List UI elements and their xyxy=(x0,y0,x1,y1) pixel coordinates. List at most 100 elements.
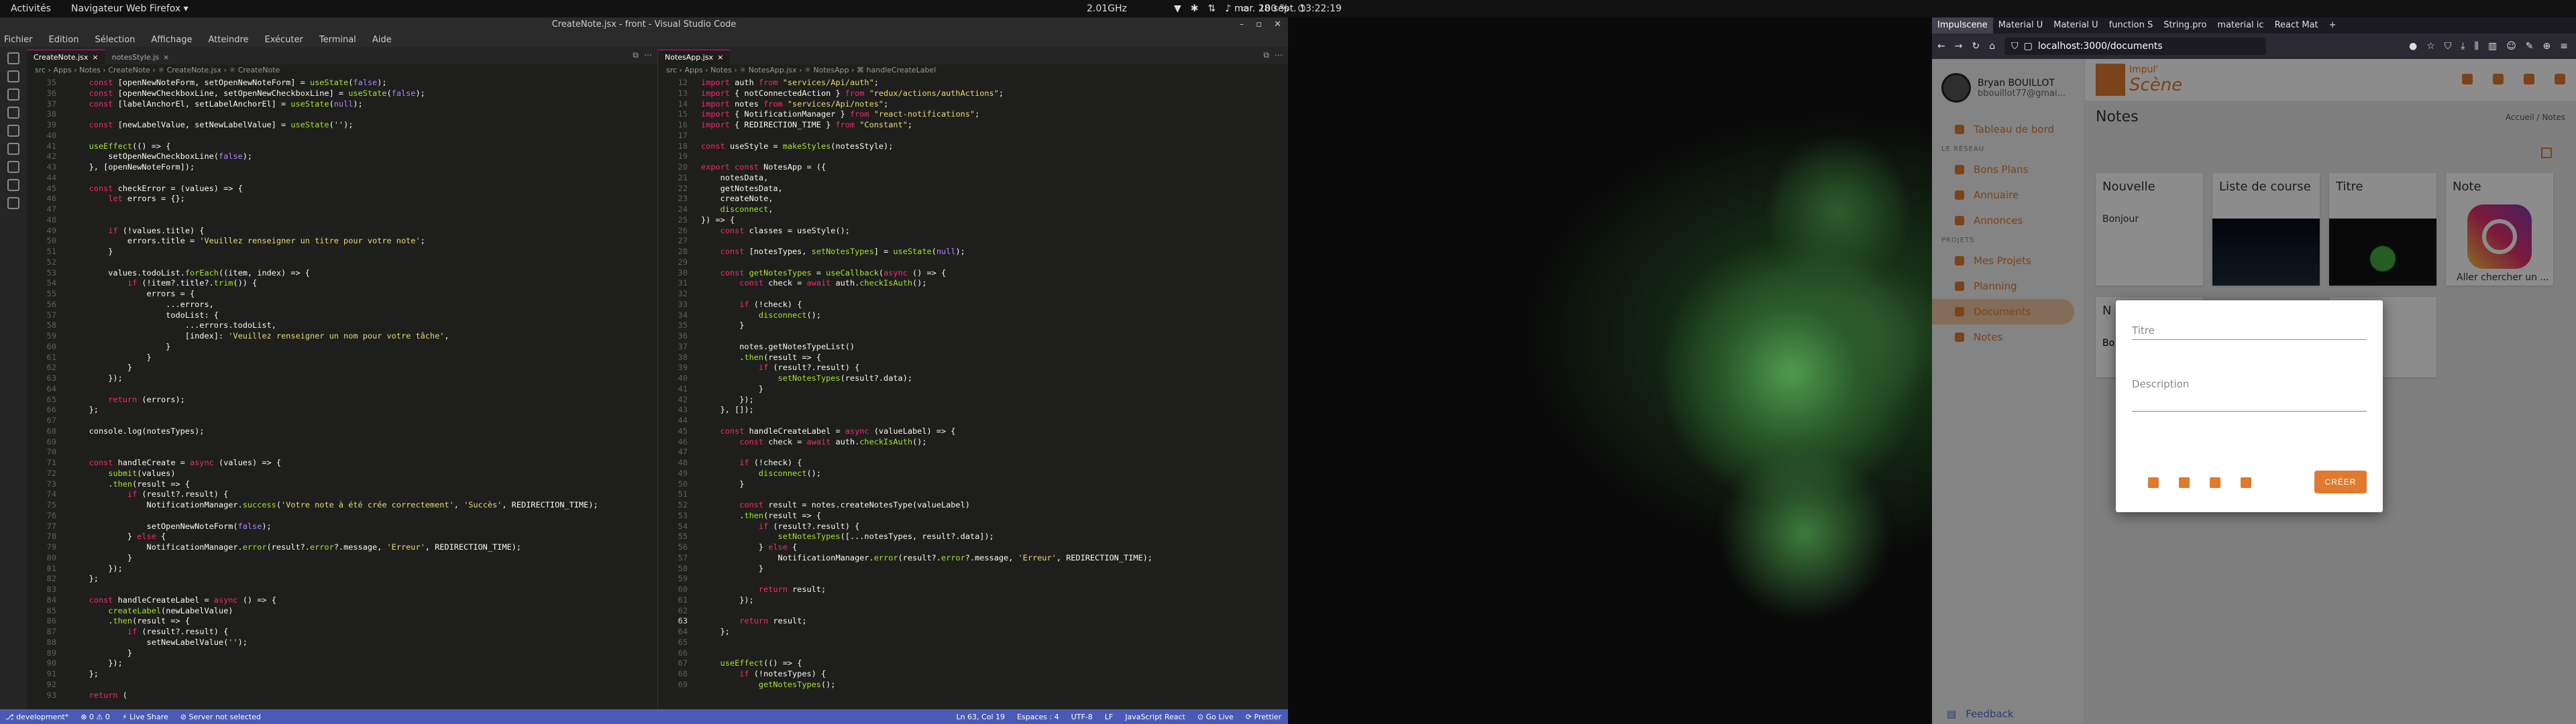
code-line[interactable]: 70 xyxy=(27,447,657,458)
code-line[interactable]: 63 }); xyxy=(27,373,657,384)
code-line[interactable]: 15 import { NotificationManager } from "r… xyxy=(658,109,1288,120)
extension-icon[interactable]: ⊕ xyxy=(2543,41,2551,52)
code-line[interactable]: 65 return (errors); xyxy=(27,395,657,406)
code-line[interactable]: 51 xyxy=(658,489,1288,500)
code-line[interactable]: 21 notesData, xyxy=(658,173,1288,184)
code-line[interactable]: 35 const [openNewNoteForm, setOpenNewNot… xyxy=(27,78,657,88)
code-line[interactable]: 34 disconnect(); xyxy=(658,310,1288,321)
code-line[interactable]: 68 if (!notesTypes) { xyxy=(658,669,1288,680)
source-control-icon[interactable] xyxy=(7,88,19,101)
code-line[interactable]: 22 getNotesData, xyxy=(658,184,1288,194)
code-line[interactable]: 23 createNote, xyxy=(658,194,1288,204)
code-line[interactable]: 28 const [notesTypes, setNotesTypes] = u… xyxy=(658,247,1288,257)
status-item[interactable]: JavaScript React xyxy=(1125,713,1185,721)
more-actions-icon[interactable]: ⋯ xyxy=(644,50,652,60)
code-line[interactable]: 46 const check = await auth.checkIsAuth(… xyxy=(658,437,1288,448)
browser-tab[interactable]: String.pro xyxy=(2158,17,2212,34)
code-line[interactable]: 91 }; xyxy=(27,669,657,680)
code-line[interactable]: 45 const handleCreateLabel = async (valu… xyxy=(658,426,1288,437)
code-line[interactable]: 64 }; xyxy=(658,627,1288,638)
code-line[interactable]: 50 errors.title = 'Veuillez renseigner u… xyxy=(27,236,657,247)
code-line[interactable]: 40 xyxy=(27,131,657,141)
status-item[interactable]: ⚡ Live Share xyxy=(122,713,168,721)
code-line[interactable]: 66 xyxy=(658,648,1288,659)
app-menu[interactable]: Navigateur Web Firefox ▾ xyxy=(71,3,189,14)
code-line[interactable]: 32 xyxy=(658,289,1288,300)
code-line[interactable]: 29 xyxy=(658,257,1288,268)
split-editor-icon[interactable]: ⧉ xyxy=(633,50,639,60)
shield-icon[interactable]: ⛉ xyxy=(2011,41,2019,52)
browser-tab[interactable]: Impulscene xyxy=(1932,17,1993,34)
menu-icon[interactable]: ≡ xyxy=(2560,41,2568,52)
split-editor-icon[interactable]: ⧉ xyxy=(1263,50,1269,60)
live-share-icon[interactable] xyxy=(7,161,19,173)
code-line[interactable]: 86 .then(result => { xyxy=(27,616,657,627)
code-line[interactable]: 14 import notes from "services/Api/notes"… xyxy=(658,99,1288,110)
download-icon[interactable]: ⤓ xyxy=(2461,41,2465,52)
code-line[interactable]: 38 .then(result => { xyxy=(658,353,1288,363)
code-line[interactable]: 41 useEffect(() => { xyxy=(27,141,657,152)
code-line[interactable]: 65 xyxy=(658,638,1288,648)
new-tab-button[interactable]: + xyxy=(2324,17,2342,34)
editor-left[interactable]: CreateNote.jsx × notesStyle.js × ⧉ ⋯ src › Ap… xyxy=(27,47,657,709)
code-line[interactable]: 37 notes.getNotesTypeList() xyxy=(658,342,1288,353)
code-line[interactable]: 48 if (!check) { xyxy=(658,458,1288,469)
browser-tab[interactable]: Material U xyxy=(2048,17,2103,34)
code-line[interactable]: 30 const getNotesTypes = useCallback(asy… xyxy=(658,268,1288,279)
code-line[interactable]: 55 setNotesTypes([...notesTypes, result?… xyxy=(658,532,1288,542)
menu-item[interactable]: Atteindre xyxy=(208,35,248,45)
code-line[interactable]: 36 const [openNewCheckboxLine, setOpenNe… xyxy=(27,88,657,99)
docker-icon[interactable] xyxy=(7,179,19,191)
code-line[interactable]: 69 getNotesTypes(); xyxy=(658,680,1288,690)
code-line[interactable]: 69 xyxy=(27,437,657,448)
code-line[interactable]: 58 ...errors.todoList, xyxy=(27,320,657,331)
code-line[interactable]: 59 xyxy=(658,574,1288,585)
more-actions-icon[interactable]: ⋯ xyxy=(1275,50,1283,60)
code-line[interactable]: 61 } xyxy=(27,353,657,363)
editor-tab[interactable]: CreateNote.jsx × xyxy=(27,50,105,64)
code-line[interactable]: 39 if (result?.result) { xyxy=(658,363,1288,373)
system-tray[interactable]: ▼ ✱ ⇅ ♪ ▭ 100 % ⏻ xyxy=(1174,3,1305,14)
code-line[interactable]: 85 createLabel(newLabelValue) xyxy=(27,606,657,617)
code-line[interactable]: 57 todoList: { xyxy=(27,310,657,321)
code-line[interactable]: 59 [index]: 'Veuillez renseigner un nom … xyxy=(27,331,657,342)
code-line[interactable]: 71 const handleCreate = async (values) =… xyxy=(27,458,657,469)
code-line[interactable]: 89 } xyxy=(27,648,657,659)
code-line[interactable]: 88 setNewLabelValue(''); xyxy=(27,638,657,648)
code-line[interactable]: 61 }); xyxy=(658,595,1288,606)
create-button[interactable]: CRÉER xyxy=(2314,471,2367,493)
code-line[interactable]: 41 } xyxy=(658,384,1288,395)
code-line[interactable]: 45 const checkError = (values) => { xyxy=(27,184,657,194)
code-line[interactable]: 60 return result; xyxy=(658,585,1288,595)
search-icon[interactable] xyxy=(7,70,19,82)
code-line[interactable]: 39 const [newLabelValue, setNewLabelValu… xyxy=(27,120,657,131)
minimize-icon[interactable]: – xyxy=(1240,17,1244,32)
menu-item[interactable]: Terminal xyxy=(319,35,356,45)
reload-icon[interactable]: ↻ xyxy=(1972,41,1980,52)
code-line[interactable]: 51 } xyxy=(27,247,657,257)
code-line[interactable]: 92 xyxy=(27,680,657,690)
code-line[interactable]: 19 xyxy=(658,152,1288,162)
bookmark-star-icon[interactable]: ☆ xyxy=(2426,41,2435,52)
code-line[interactable]: 87 if (result?.result) { xyxy=(27,627,657,638)
home-icon[interactable]: ⌂ xyxy=(1989,41,1995,52)
code-line[interactable]: 43 }, [openNewNoteForm]); xyxy=(27,162,657,173)
code-line[interactable]: 63 return result; xyxy=(658,616,1288,627)
code-line[interactable]: 47 xyxy=(658,447,1288,458)
status-item[interactable]: ⊗ 0 ⚠ 0 xyxy=(80,713,110,721)
code-line[interactable]: 36 xyxy=(658,331,1288,342)
code-line[interactable]: 56 ...errors, xyxy=(27,300,657,310)
code-line[interactable]: 49 disconnect(); xyxy=(658,469,1288,479)
menu-item[interactable]: Aide xyxy=(372,35,392,45)
code-line[interactable]: 73 .then(result => { xyxy=(27,479,657,490)
status-item[interactable]: Espaces : 4 xyxy=(1017,713,1059,721)
status-item[interactable]: ⟳ Prettier xyxy=(1246,713,1281,721)
description-input[interactable]: Description xyxy=(2132,378,2367,412)
code-line[interactable]: 52 const result = notes.createNotesType(… xyxy=(658,500,1288,511)
code-line[interactable]: 16 import { REDIRECTION_TIME } from "Cons… xyxy=(658,120,1288,131)
browser-tab[interactable]: function S xyxy=(2104,17,2159,34)
code-line[interactable]: 35 } xyxy=(658,320,1288,331)
code-line[interactable]: 12 import auth from "services/Api/auth"; xyxy=(658,78,1288,88)
code-line[interactable]: 60 } xyxy=(27,342,657,353)
code-line[interactable]: 31 const check = await auth.checkIsAuth(… xyxy=(658,278,1288,289)
